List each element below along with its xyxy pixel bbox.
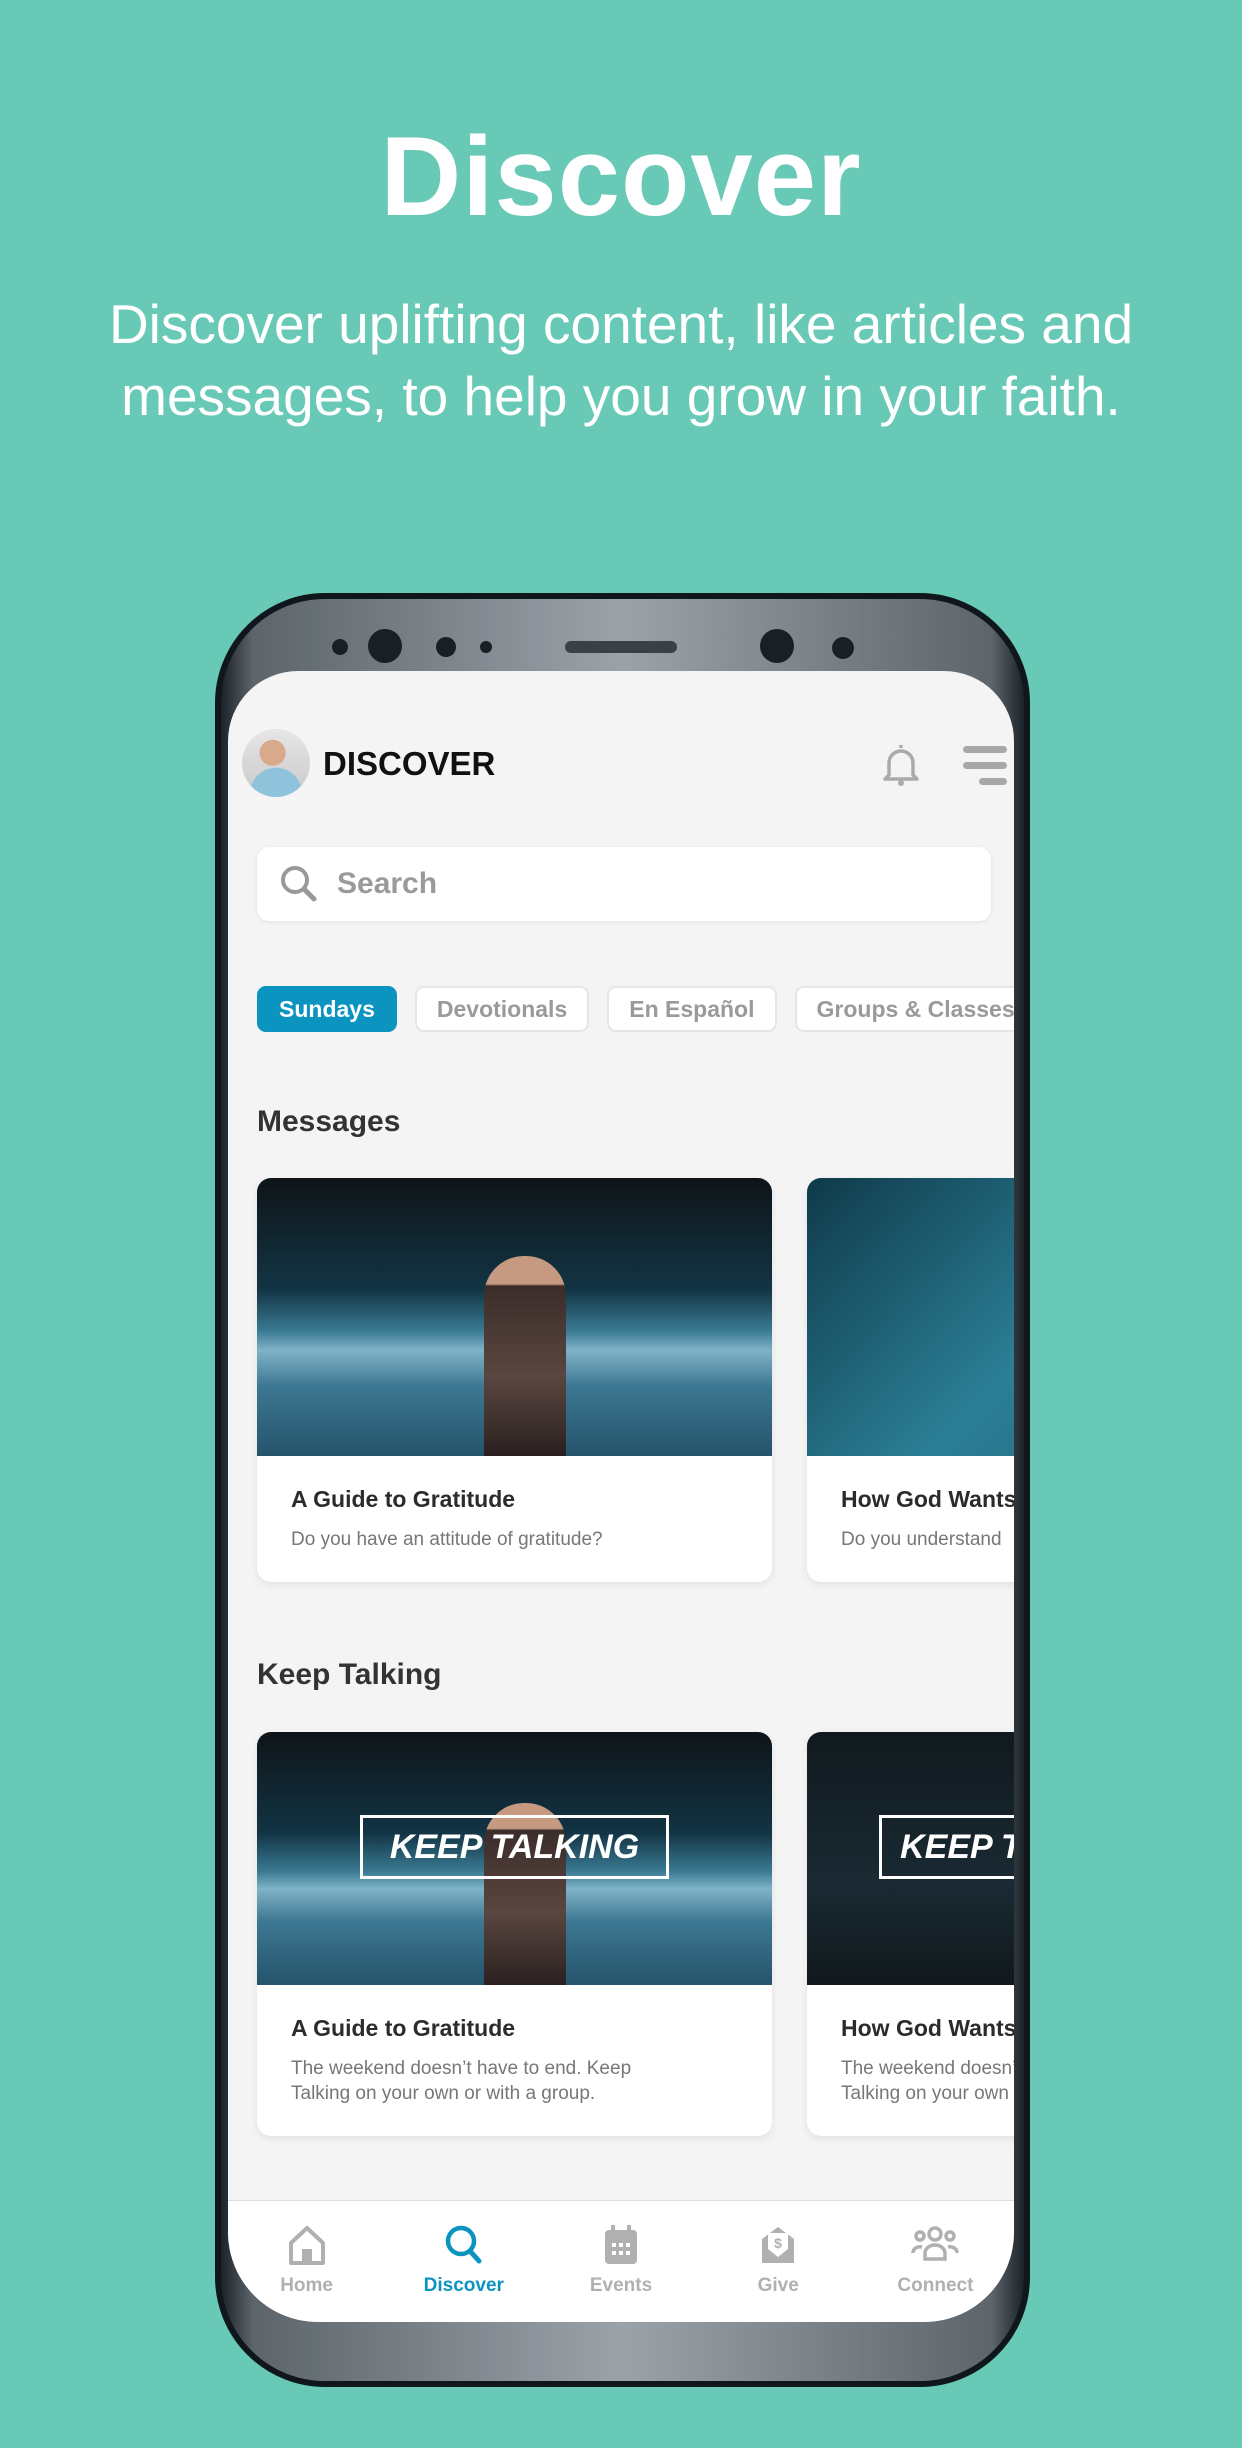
people-icon [911,2226,960,2261]
hero-title: Discover [380,114,862,239]
card-title: A Guide to Gratitude [291,2015,516,2041]
card-title: A Guide to Gratitude [291,1486,516,1512]
chip-en-espanol[interactable]: En Español [607,986,777,1032]
search-icon [445,2225,482,2264]
content-card[interactable]: KEEP TALKING How God Wants The weekend do… [807,1732,1014,2136]
chip-devotionals[interactable]: Devotionals [414,986,590,1032]
search-icon [281,866,317,902]
hero-subtitle: Discover uplifting content, like article… [108,293,1134,427]
chip-sundays[interactable]: Sundays [257,986,397,1032]
home-icon [288,2226,325,2265]
content-card[interactable]: KEEP TALKING A Guide to Gratitude The wee… [257,1732,772,2136]
search-input[interactable]: Search [257,847,991,921]
avatar[interactable] [242,729,310,797]
tab-label: Give [757,2275,799,2296]
section-title-messages: Messages [257,1105,401,1138]
give-icon: $ [762,2227,795,2263]
category-chips: Sundays Devotionals En Español Groups & … [257,986,1014,1032]
keep-talking-logo: KEEP TALKING [360,1815,669,1880]
tab-label: Connect [897,2275,974,2296]
tab-discover[interactable]: Discover [385,2201,542,2322]
chip-groups-classes[interactable]: Groups & Classes [794,986,1014,1032]
tab-label: Discover [423,2275,504,2296]
content-card[interactable]: A Guide to Gratitude Do you have an attit… [257,1178,772,1582]
tab-label: Home [280,2275,333,2296]
calendar-icon [605,2225,637,2264]
card-image [807,1178,1014,1456]
tab-label: Events [589,2275,653,2296]
card-title: How God Wants [841,1486,1014,1512]
card-description: The weekend doesn’t have to end. Keep Ta… [841,2058,1014,2104]
keep-talking-logo: KEEP TALKING [879,1815,1014,1880]
app-screen: DISCOVER Search Sundays Devotionals En E… [228,671,1014,2322]
tab-connect[interactable]: Connect [857,2201,1014,2322]
page-title: DISCOVER [323,745,496,782]
menu-icon[interactable] [963,746,1007,794]
bottom-tab-bar: Home Discover Events $ Give Connect [228,2200,1014,2322]
bell-icon[interactable] [880,741,922,792]
section-title-keep-talking: Keep Talking [257,1658,442,1691]
card-image: KEEP TALKING [257,1732,772,1985]
content-card[interactable]: How God Wants Do you understand [807,1178,1014,1582]
card-description: Do you understand [841,1529,1002,1550]
tab-home[interactable]: Home [228,2201,385,2322]
card-description: Do you have an attitude of gratitude? [291,1529,603,1550]
svg-text:$: $ [774,2235,782,2251]
card-image: KEEP TALKING [807,1732,1014,1985]
tab-give[interactable]: $ Give [700,2201,857,2322]
card-title: How God Wants [841,2015,1014,2041]
phone-sensors [240,610,1005,680]
tab-events[interactable]: Events [542,2201,699,2322]
search-placeholder: Search [337,867,438,900]
card-description: The weekend doesn’t have to end. Keep Ta… [291,2058,632,2104]
card-image [257,1178,772,1456]
